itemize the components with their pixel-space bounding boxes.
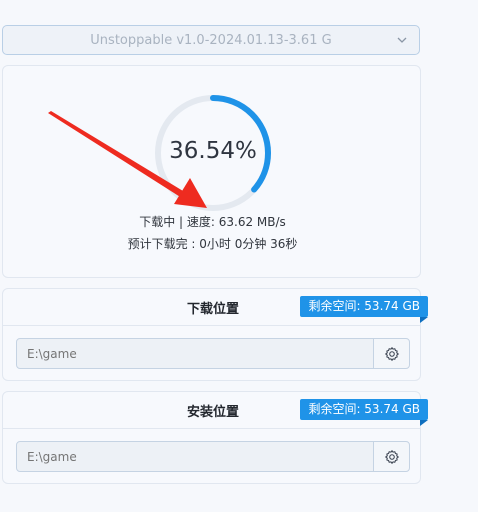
download-free-space-badge: 剩余空间: 53.74 GB (300, 296, 428, 323)
gear-icon (384, 449, 399, 464)
progress-card: 36.54% 下载中 | 速度: 63.62 MB/s 预计下载完 : 0小时 … (2, 65, 421, 278)
divider (3, 428, 420, 429)
progress-percent: 36.54% (169, 138, 257, 164)
download-window: Unstoppable v1.0-2024.01.13-3.61 G 36.54… (0, 0, 478, 512)
gear-icon (384, 346, 399, 361)
badge-fold (420, 420, 428, 426)
estimated-time-remaining: 预计下载完 : 0小时 0分钟 36秒 (127, 237, 298, 251)
download-free-space-text: 剩余空间: 53.74 GB (308, 299, 420, 313)
install-location-card: 安装位置 剩余空间: 53.74 GB (2, 391, 428, 484)
download-speed-status: 下载中 | 速度: 63.62 MB/s (139, 215, 286, 229)
install-free-space-text: 剩余空间: 53.74 GB (308, 402, 420, 416)
download-location-card: 下载位置 剩余空间: 53.74 GB (2, 288, 428, 381)
download-path-settings-button[interactable] (373, 338, 410, 369)
version-dropdown[interactable]: Unstoppable v1.0-2024.01.13-3.61 G (2, 25, 420, 55)
badge-fold (420, 317, 428, 323)
install-free-space-badge: 剩余空间: 53.74 GB (300, 399, 428, 426)
divider (3, 325, 420, 326)
download-path-input[interactable] (16, 338, 374, 369)
install-path-settings-button[interactable] (373, 441, 410, 472)
chevron-down-icon (397, 37, 407, 43)
version-dropdown-value: Unstoppable v1.0-2024.01.13-3.61 G (90, 32, 332, 48)
install-path-input[interactable] (16, 441, 374, 472)
